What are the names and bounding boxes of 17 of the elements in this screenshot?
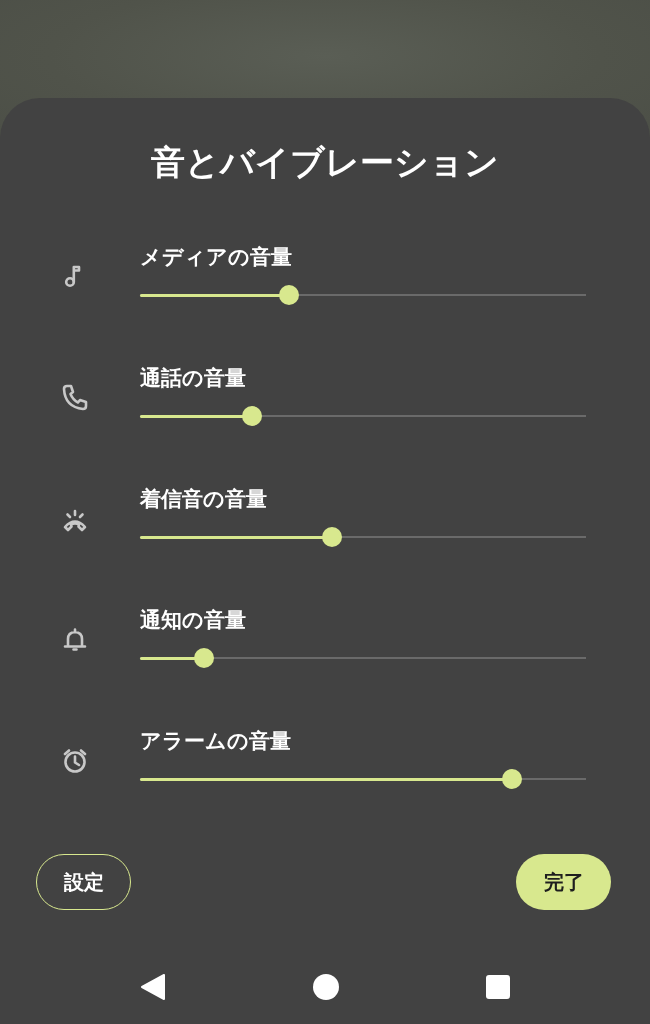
volume-label: メディアの音量 <box>140 244 292 271</box>
slider-thumb[interactable] <box>501 769 522 789</box>
volume-label: アラームの音量 <box>140 728 291 755</box>
bell-icon <box>61 625 89 653</box>
volume-label: 通話の音量 <box>140 365 246 392</box>
back-icon[interactable] <box>140 974 166 1000</box>
sheet-title: 音とバイブレーション <box>151 141 499 184</box>
slider-thumb[interactable] <box>193 648 214 668</box>
alarm-clock-icon <box>61 746 89 774</box>
home-icon[interactable] <box>313 974 339 1000</box>
done-button[interactable]: 完了 <box>516 854 611 910</box>
slider-thumb[interactable] <box>241 406 262 426</box>
phone-icon <box>61 383 89 411</box>
volume-label: 着信音の音量 <box>140 486 267 513</box>
slider-thumb[interactable] <box>278 285 299 305</box>
volume-label: 通知の音量 <box>140 607 246 634</box>
slider-thumb[interactable] <box>321 527 342 547</box>
